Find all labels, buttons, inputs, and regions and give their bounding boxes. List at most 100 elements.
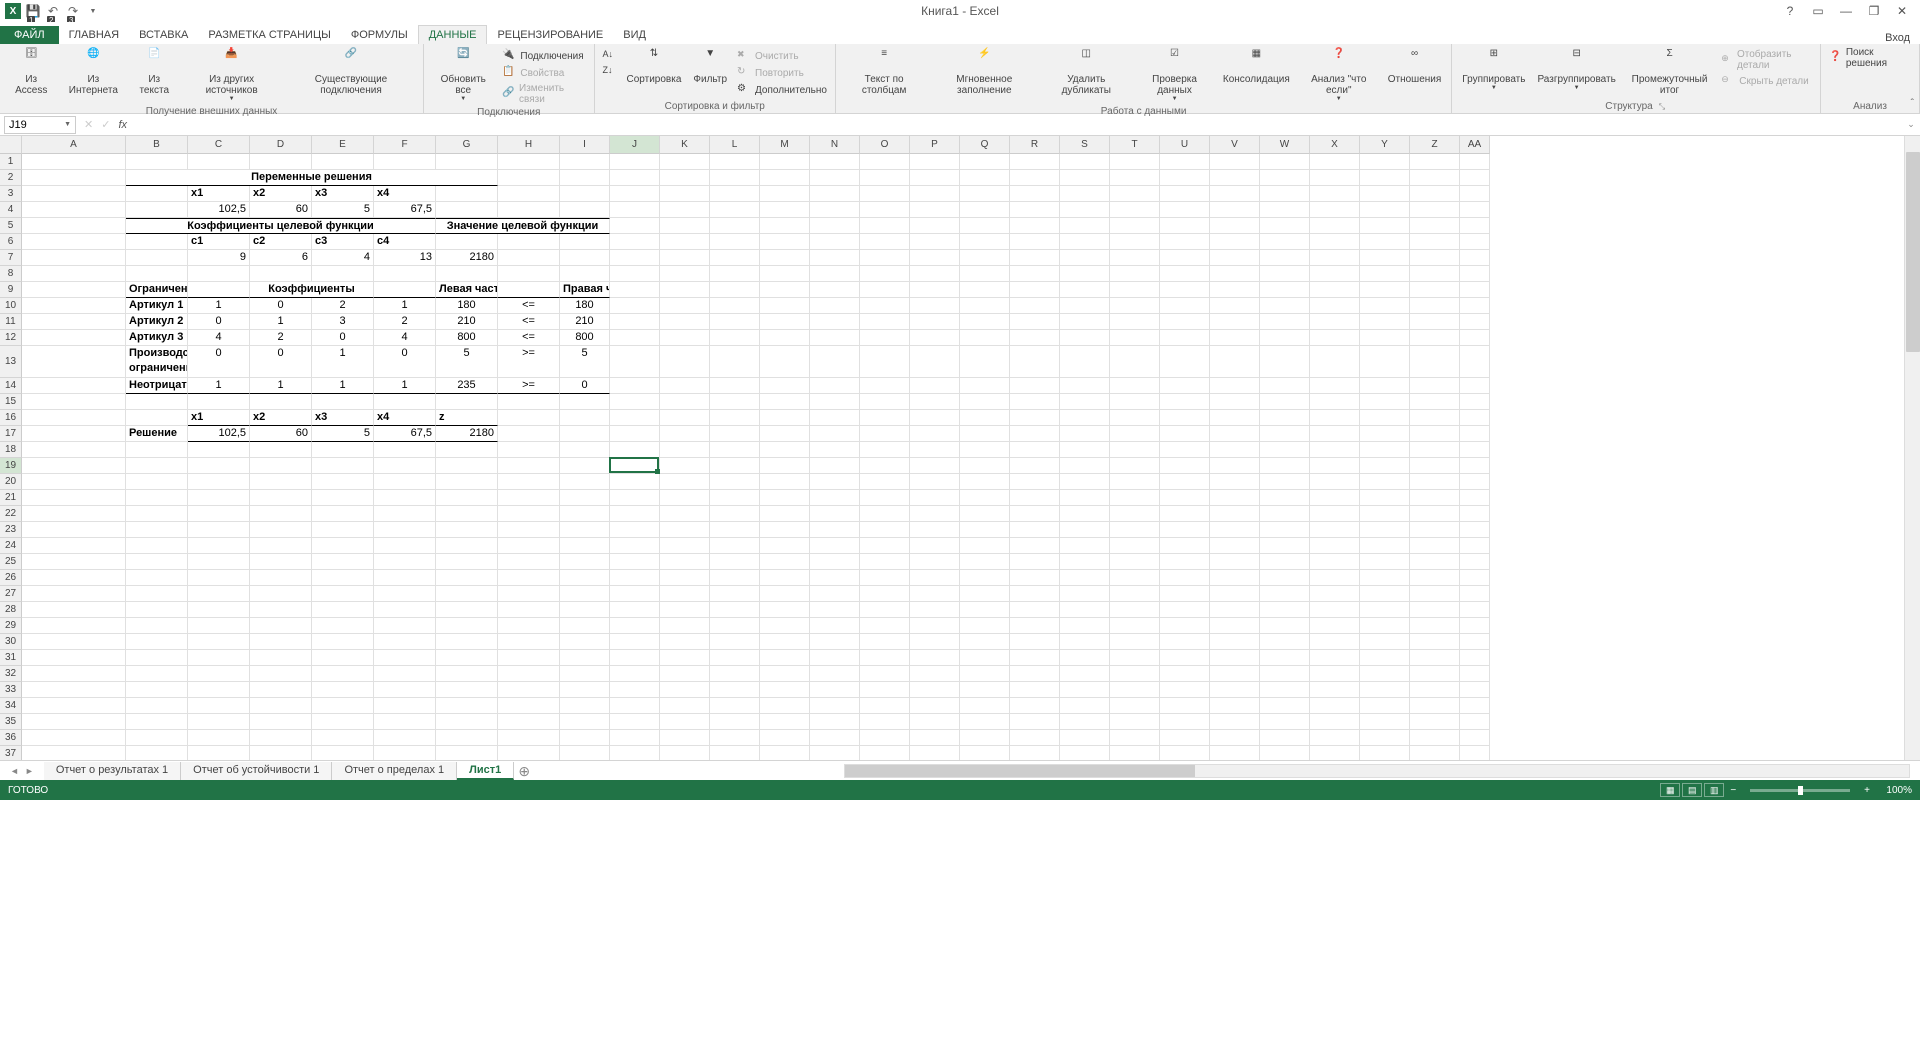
cell-L11[interactable] (710, 314, 760, 330)
cell-P8[interactable] (910, 266, 960, 282)
cell-E32[interactable] (312, 666, 374, 682)
cell-V3[interactable] (1210, 186, 1260, 202)
cell-Y6[interactable] (1360, 234, 1410, 250)
cell-Z36[interactable] (1410, 730, 1460, 746)
cell-N27[interactable] (810, 586, 860, 602)
column-header-W[interactable]: W (1260, 136, 1310, 154)
column-header-V[interactable]: V (1210, 136, 1260, 154)
cell-G33[interactable] (436, 682, 498, 698)
cell-E14[interactable]: 1 (312, 378, 374, 394)
sheet-tab-2[interactable]: Отчет о пределах 1 (332, 762, 457, 780)
cell-M13[interactable] (760, 346, 810, 378)
cell-D8[interactable] (250, 266, 312, 282)
cell-N30[interactable] (810, 634, 860, 650)
page-layout-view-button[interactable]: ▤ (1682, 783, 1702, 797)
cell-L19[interactable] (710, 458, 760, 474)
cell-AA9[interactable] (1460, 282, 1490, 298)
cell-H7[interactable] (498, 250, 560, 266)
cell-X21[interactable] (1310, 490, 1360, 506)
group-button[interactable]: Группировать▼ (1456, 46, 1531, 94)
cell-V5[interactable] (1210, 218, 1260, 234)
column-header-S[interactable]: S (1060, 136, 1110, 154)
cell-P14[interactable] (910, 378, 960, 394)
row-header-34[interactable]: 34 (0, 698, 22, 714)
cell-H8[interactable] (498, 266, 560, 282)
cell-I2[interactable] (560, 170, 610, 186)
cell-I16[interactable] (560, 410, 610, 426)
cell-Z26[interactable] (1410, 570, 1460, 586)
cell-S15[interactable] (1060, 394, 1110, 410)
cell-I10[interactable]: 180 (560, 298, 610, 314)
cell-B36[interactable] (126, 730, 188, 746)
row-header-1[interactable]: 1 (0, 154, 22, 170)
cell-T21[interactable] (1110, 490, 1160, 506)
cell-D6[interactable]: c2 (250, 234, 312, 250)
cell-S29[interactable] (1060, 618, 1110, 634)
cell-Q13[interactable] (960, 346, 1010, 378)
cell-V16[interactable] (1210, 410, 1260, 426)
cell-Y22[interactable] (1360, 506, 1410, 522)
cell-G4[interactable] (436, 202, 498, 218)
cell-O9[interactable] (860, 282, 910, 298)
cell-H24[interactable] (498, 538, 560, 554)
cell-V31[interactable] (1210, 650, 1260, 666)
cell-Q31[interactable] (960, 650, 1010, 666)
cell-D33[interactable] (250, 682, 312, 698)
cell-K26[interactable] (660, 570, 710, 586)
cell-B34[interactable] (126, 698, 188, 714)
cell-O7[interactable] (860, 250, 910, 266)
cell-P13[interactable] (910, 346, 960, 378)
cell-W31[interactable] (1260, 650, 1310, 666)
cell-Z16[interactable] (1410, 410, 1460, 426)
cell-H17[interactable] (498, 426, 560, 442)
cell-C29[interactable] (188, 618, 250, 634)
cell-G26[interactable] (436, 570, 498, 586)
row-header-23[interactable]: 23 (0, 522, 22, 538)
cell-V24[interactable] (1210, 538, 1260, 554)
column-header-G[interactable]: G (436, 136, 498, 154)
cell-Q20[interactable] (960, 474, 1010, 490)
cell-C36[interactable] (188, 730, 250, 746)
cell-Y1[interactable] (1360, 154, 1410, 170)
cell-T17[interactable] (1110, 426, 1160, 442)
cell-G19[interactable] (436, 458, 498, 474)
cell-E16[interactable]: x3 (312, 410, 374, 426)
cell-F9[interactable] (374, 282, 436, 298)
cell-T2[interactable] (1110, 170, 1160, 186)
cell-C23[interactable] (188, 522, 250, 538)
cell-Z33[interactable] (1410, 682, 1460, 698)
cell-Y32[interactable] (1360, 666, 1410, 682)
cell-B32[interactable] (126, 666, 188, 682)
cell-X25[interactable] (1310, 554, 1360, 570)
cell-D11[interactable]: 1 (250, 314, 312, 330)
cell-O2[interactable] (860, 170, 910, 186)
cell-O1[interactable] (860, 154, 910, 170)
name-box[interactable]: J19▼ (4, 116, 76, 134)
cell-F37[interactable] (374, 746, 436, 760)
cell-S34[interactable] (1060, 698, 1110, 714)
cell-Z20[interactable] (1410, 474, 1460, 490)
cell-B20[interactable] (126, 474, 188, 490)
cell-O21[interactable] (860, 490, 910, 506)
column-header-I[interactable]: I (560, 136, 610, 154)
from-web-button[interactable]: Из Интернета (58, 46, 128, 98)
cell-E33[interactable] (312, 682, 374, 698)
cell-B4[interactable] (126, 202, 188, 218)
cell-Y2[interactable] (1360, 170, 1410, 186)
cell-E29[interactable] (312, 618, 374, 634)
cell-AA20[interactable] (1460, 474, 1490, 490)
column-header-P[interactable]: P (910, 136, 960, 154)
cell-P15[interactable] (910, 394, 960, 410)
cell-A16[interactable] (22, 410, 126, 426)
cell-AA37[interactable] (1460, 746, 1490, 760)
cell-X19[interactable] (1310, 458, 1360, 474)
cell-R26[interactable] (1010, 570, 1060, 586)
cell-E4[interactable]: 5 (312, 202, 374, 218)
cell-B33[interactable] (126, 682, 188, 698)
cell-G11[interactable]: 210 (436, 314, 498, 330)
cell-H13[interactable]: >= (498, 346, 560, 378)
cell-AA23[interactable] (1460, 522, 1490, 538)
row-header-17[interactable]: 17 (0, 426, 22, 442)
cell-Q29[interactable] (960, 618, 1010, 634)
cell-C18[interactable] (188, 442, 250, 458)
